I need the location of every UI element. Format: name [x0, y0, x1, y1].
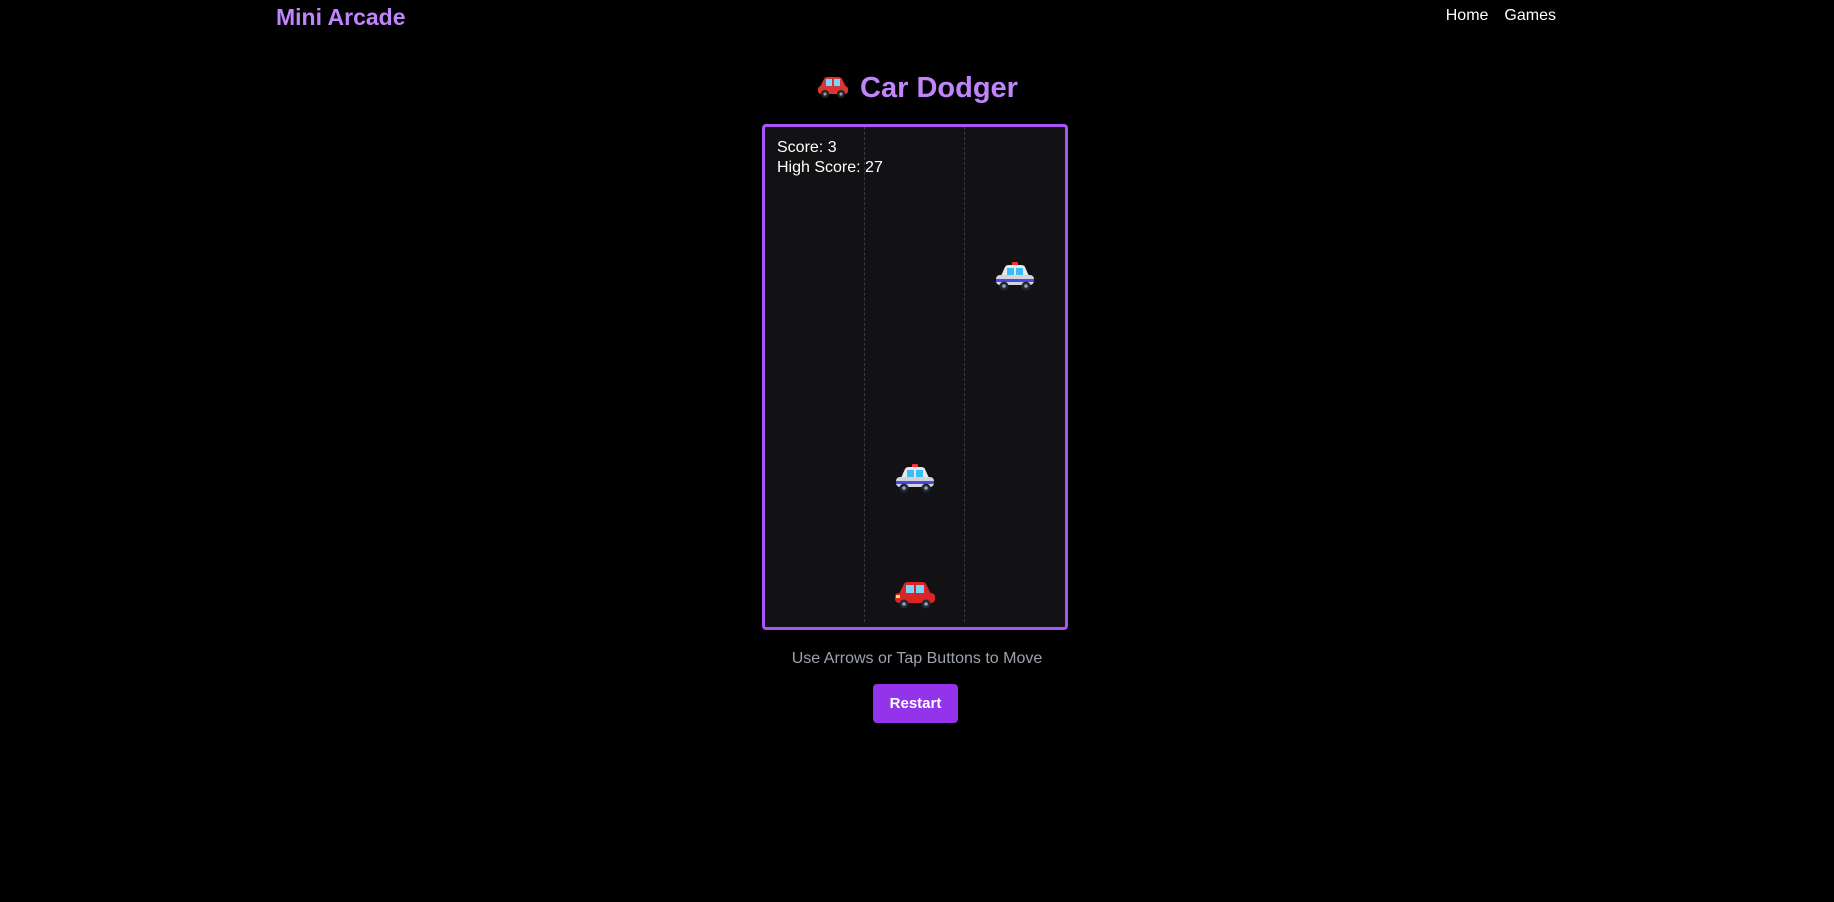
lane-divider: [864, 127, 865, 622]
game-title: Car Dodger: [860, 72, 1018, 104]
restart-button[interactable]: Restart: [873, 684, 958, 723]
lane-divider: [964, 127, 965, 622]
nav-link-home[interactable]: Home: [1446, 7, 1489, 25]
score-text: Score: 3: [777, 139, 837, 156]
red-car-icon: [816, 73, 850, 107]
brand-logo[interactable]: Mini Arcade: [276, 4, 406, 31]
police-car-icon: [893, 462, 937, 496]
game-board[interactable]: Score: 3 High Score: 27: [762, 124, 1068, 630]
nav-links: Home Games: [1446, 7, 1556, 25]
player-car-icon: [893, 578, 937, 612]
score-panel: Score: 3 High Score: 27: [777, 138, 883, 178]
high-score-text: High Score: 27: [777, 159, 883, 176]
page-title: Car Dodger: [0, 72, 1834, 107]
controls-hint: Use Arrows or Tap Buttons to Move: [791, 650, 1043, 667]
top-nav: Mini Arcade Home Games: [0, 0, 1834, 40]
nav-link-games[interactable]: Games: [1504, 7, 1556, 25]
police-car-icon: [993, 260, 1037, 294]
